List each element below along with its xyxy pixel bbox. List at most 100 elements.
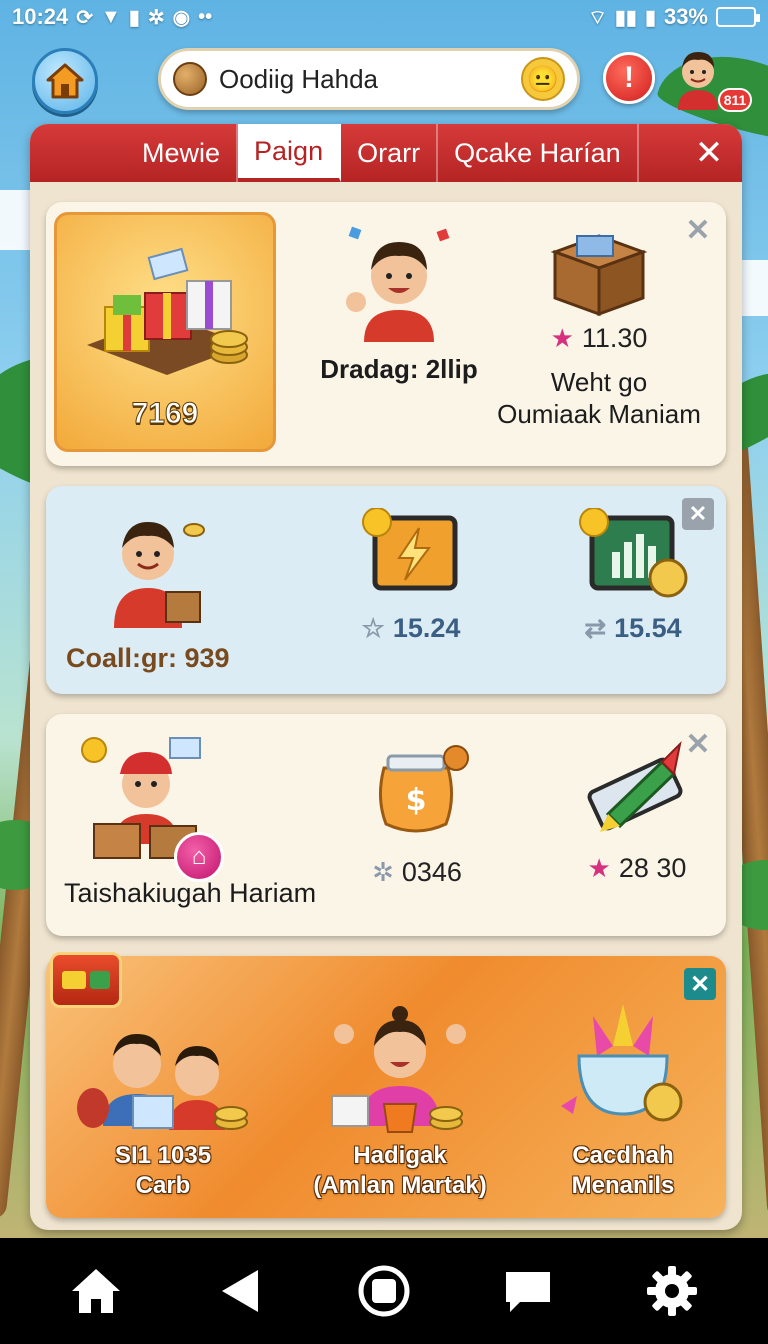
item-label: Dradag: 2llip [320, 354, 478, 384]
price-row: ✲ 0346 [332, 857, 502, 888]
offer-card-1: 7169 Dradag: 2llip ★ 11.30 Weht go Oumia… [46, 202, 726, 466]
offer-item-crate[interactable]: ★ 11.30 Weht go Oumiaak Maniam [494, 222, 704, 430]
price-value: 15.24 [392, 613, 461, 643]
price-row: ★ 11.30 [494, 323, 704, 354]
swap-icon: ⇄ [584, 613, 607, 643]
star-outline-icon: ☆ [361, 613, 385, 643]
price-row: ⇄ 15.54 [558, 613, 708, 644]
item-label-line2: (Amlan Martak) [313, 1172, 487, 1199]
offer-card-2: Coall:gr: 939 ☆ 15.24 ⇄ 15.54 ✕ [46, 486, 726, 694]
shop-badge-icon[interactable]: ⌂ [174, 832, 224, 882]
item-label-line2: Menanils [571, 1172, 675, 1199]
house-icon [46, 63, 84, 99]
clock: 10:24 [12, 4, 69, 29]
gift-bundle-tile[interactable]: 7169 [54, 212, 276, 452]
search-bar[interactable]: Oodiig Hahda 😐 [158, 48, 580, 110]
offer-item-si1[interactable]: SI1 1035 Carb [68, 996, 258, 1201]
nav-home-button[interactable] [61, 1256, 131, 1326]
close-icon[interactable]: ✕ [684, 968, 716, 1000]
chart-card-icon [579, 507, 688, 598]
wifi-icon: ▼ [101, 5, 121, 28]
price-value: 11.30 [581, 323, 648, 353]
chat-icon [506, 1272, 550, 1312]
battery-small-icon: ▮ [644, 6, 656, 29]
star-icon: ★ [587, 853, 611, 883]
price-value: 0346 [401, 857, 462, 887]
close-icon[interactable]: ✕ [682, 214, 714, 247]
bottom-nav-bar [0, 1238, 768, 1344]
offer-item-taishak[interactable]: ⌂ Taishakiugah Hariam [64, 734, 364, 909]
gear-small-icon: ✲ [372, 857, 394, 887]
wifi-strength-icon: ⌔ [588, 6, 607, 29]
signal-icon: ▮ [128, 6, 140, 29]
gear-icon [647, 1266, 697, 1316]
nav-recents-button[interactable] [349, 1256, 419, 1326]
crystal-bowl-icon [561, 1004, 683, 1122]
tab-qcake-harian[interactable]: Qcake Harían [438, 124, 639, 182]
item-label-line2: Carb [135, 1172, 191, 1199]
nav-back-button[interactable] [205, 1256, 275, 1326]
ticket-icon [62, 971, 86, 989]
tile-value: 7169 [131, 397, 199, 431]
price-row: ★ 28 30 [552, 853, 722, 884]
star-icon: ★ [550, 323, 574, 353]
alert-button[interactable]: ! [603, 52, 655, 104]
battery-percent: 33% [663, 4, 708, 29]
home-icon [72, 1269, 120, 1313]
main-panel: Mewie Paign Orarr Qcake Harían ✕ 7169 Dr… [30, 124, 742, 1230]
flag-icon [90, 971, 110, 989]
girl-cheering-icon [331, 1006, 466, 1133]
item-label-line1: Weht go [550, 367, 648, 397]
search-text: Oodiig Hahda [219, 63, 378, 94]
kids-with-gifts-icon [77, 1034, 248, 1130]
svg-text:$: $ [406, 783, 427, 818]
top-bar: Oodiig Hahda 😐 ! 811 [0, 44, 768, 116]
signal-bars-icon: ▮▮ [614, 6, 637, 29]
offer-item-coallgr[interactable]: Coall:gr: 939 [66, 500, 286, 674]
item-label-line1: SI1 1035 [114, 1142, 212, 1169]
tab-mewie[interactable]: Mewie [126, 124, 239, 182]
close-icon[interactable]: ✕ [682, 498, 714, 530]
lightning-card-icon [362, 507, 458, 591]
close-icon[interactable]: ✕ [676, 124, 742, 182]
item-label-line1: Hadigak [353, 1142, 447, 1169]
money-jar-icon: $ [379, 745, 469, 833]
tab-bar: Mewie Paign Orarr Qcake Harían ✕ [30, 124, 742, 182]
worried-face-icon[interactable]: 😐 [521, 57, 565, 101]
close-icon[interactable]: ✕ [682, 728, 714, 761]
avatar-icon [678, 52, 718, 110]
more-icon: •• [198, 5, 213, 28]
offer-item-hadigak[interactable]: Hadigak (Amlan Martak) [290, 986, 510, 1201]
nav-settings-button[interactable] [637, 1256, 707, 1326]
status-bar: 10:24 ⟳ ▼ ▮ ✲ ◉ •• ⌔ ▮▮ ▮ 33% [0, 0, 768, 34]
home-button[interactable] [32, 48, 98, 114]
item-label: Coall:gr: 939 [66, 643, 230, 673]
tab-orarr[interactable]: Orarr [341, 124, 439, 182]
avatar-badge: 811 [718, 88, 752, 112]
offer-item-cacdhah[interactable]: Cacdhah Menanils [538, 996, 708, 1201]
price-value: 28 30 [618, 853, 687, 883]
offer-card-4: SI1 1035 Carb Hadigak (Amlan Martak) Cac… [46, 952, 726, 1218]
merchant-boy-icon [114, 522, 205, 628]
item-label-line1: Cacdhah [572, 1142, 674, 1169]
offer-item-jar[interactable]: $ ✲ 0346 [332, 738, 502, 888]
recents-icon [358, 1265, 410, 1317]
price-value: 15.54 [614, 613, 682, 643]
waving-boy-icon [346, 226, 450, 342]
nav-chat-button[interactable] [493, 1256, 563, 1326]
back-icon [222, 1270, 258, 1312]
record-icon: ◉ [172, 6, 191, 29]
item-label-line2: Oumiaak Maniam [497, 399, 701, 429]
price-row: ☆ 15.24 [336, 613, 486, 644]
offer-item-dradag[interactable]: Dradag: 2llip [304, 222, 494, 385]
tab-paign[interactable]: Paign [238, 124, 342, 182]
crate-icon [550, 234, 648, 317]
sync-icon: ⟳ [76, 6, 94, 29]
rocket-card-icon [587, 740, 683, 832]
offer-item-energy[interactable]: ☆ 15.24 [336, 507, 486, 644]
gift-boxes-icon [87, 247, 248, 375]
coin-icon [173, 62, 207, 96]
avatar[interactable] [672, 46, 724, 110]
nfc-icon: ✲ [147, 6, 165, 29]
battery-icon [716, 7, 760, 27]
